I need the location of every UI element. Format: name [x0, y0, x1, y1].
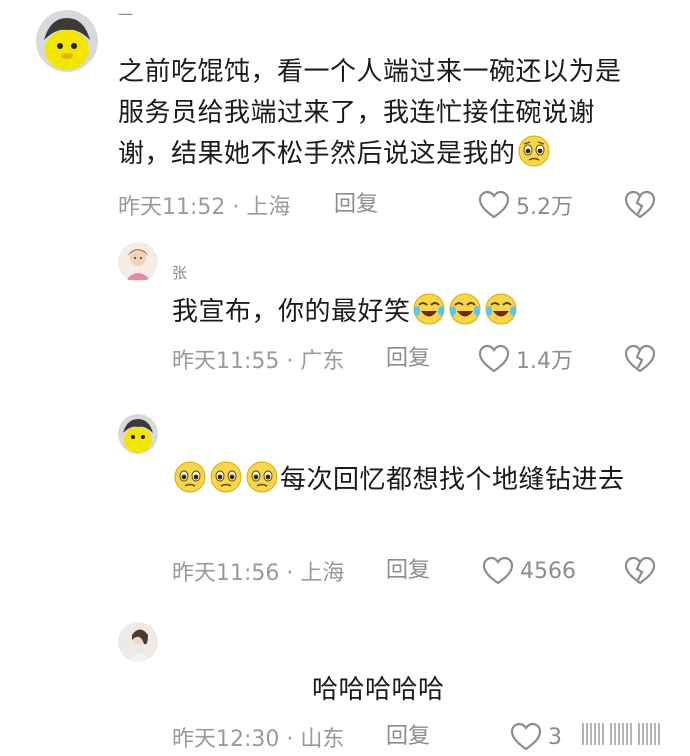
comment-text: 哈哈哈哈哈: [312, 670, 612, 711]
reply-button[interactable]: 回复: [386, 556, 430, 586]
timestamp-location: 昨天11:55 · 广东: [172, 349, 345, 374]
like-count: 3: [548, 724, 562, 750]
broken-heart-icon: [624, 556, 656, 585]
pleading-face-emoji: [245, 460, 279, 494]
timestamp-location: 昨天11:52 · 上海: [118, 195, 291, 220]
avatar-image: [118, 242, 158, 282]
pleading-face-emoji: [517, 134, 551, 168]
comment-meta: 昨天11:56 · 上海 回复 4566: [172, 556, 662, 586]
heart-icon: [510, 722, 542, 751]
dislike-button[interactable]: [624, 344, 656, 374]
comment-meta: 昨天11:55 · 广东 回复 1.4万: [172, 344, 662, 374]
crying-laughing-emoji: [484, 292, 518, 326]
avatar-image: [118, 414, 158, 454]
watermark: [582, 720, 662, 748]
like-button[interactable]: 5.2万: [478, 190, 573, 220]
crying-laughing-emoji: [412, 292, 446, 326]
reply-button[interactable]: 回复: [334, 190, 378, 220]
timestamp-location: 昨天12:30 · 山东: [172, 727, 345, 752]
like-button[interactable]: 3: [510, 722, 562, 752]
like-count: 5.2万: [516, 195, 573, 220]
crying-laughing-emoji: [448, 292, 482, 326]
like-button[interactable]: 4566: [482, 556, 576, 586]
comment-text-content: 我宣布，你的最好笑: [172, 297, 411, 327]
pleading-face-emoji: [173, 460, 207, 494]
heart-icon: [478, 344, 510, 373]
avatar[interactable]: [118, 242, 158, 282]
reply-button[interactable]: 回复: [386, 344, 430, 374]
timestamp-location: 昨天11:56 · 上海: [172, 561, 345, 586]
reply-button[interactable]: 回复: [386, 722, 430, 752]
comment-item: 每次回忆都想找个地缝钻进去 昨天11:56 · 上海 回复 4566: [0, 400, 690, 610]
heart-icon: [478, 190, 510, 219]
broken-heart-icon: [624, 190, 656, 219]
like-button[interactable]: 1.4万: [478, 344, 573, 374]
comment-meta: 昨天11:52 · 上海 回复 5.2万: [118, 190, 658, 220]
broken-heart-icon: [624, 344, 656, 373]
avatar[interactable]: [118, 414, 158, 454]
avatar[interactable]: [118, 622, 158, 662]
avatar-image: [118, 622, 158, 662]
comment-text-content: 哈哈哈哈哈: [312, 675, 445, 705]
like-count: 1.4万: [516, 349, 573, 374]
username[interactable]: 张: [172, 264, 187, 282]
comment-item: 一 之前吃馄饨，看一个人端过来一碗还以为是服务员给我端过来了，我连忙接住碗说谢谢…: [0, 0, 690, 230]
avatar[interactable]: [36, 10, 98, 72]
comment-item: 张 我宣布，你的最好笑 昨天11:55 · 广东 回复 1.4万: [0, 230, 690, 400]
like-count: 4566: [520, 558, 576, 584]
comment-text-content: 每次回忆都想找个地缝钻进去: [280, 465, 625, 495]
avatar-image: [36, 10, 98, 72]
dislike-button[interactable]: [624, 556, 656, 586]
comment-text: 之前吃馄饨，看一个人端过来一碗还以为是服务员给我端过来了，我连忙接住碗说谢谢，结…: [118, 52, 638, 175]
username[interactable]: 一: [118, 6, 133, 24]
heart-icon: [482, 556, 514, 585]
pleading-face-emoji: [209, 460, 243, 494]
comment-text: 我宣布，你的最好笑: [172, 292, 612, 333]
dislike-button[interactable]: [624, 190, 656, 220]
comment-text: 每次回忆都想找个地缝钻进去: [172, 460, 642, 501]
